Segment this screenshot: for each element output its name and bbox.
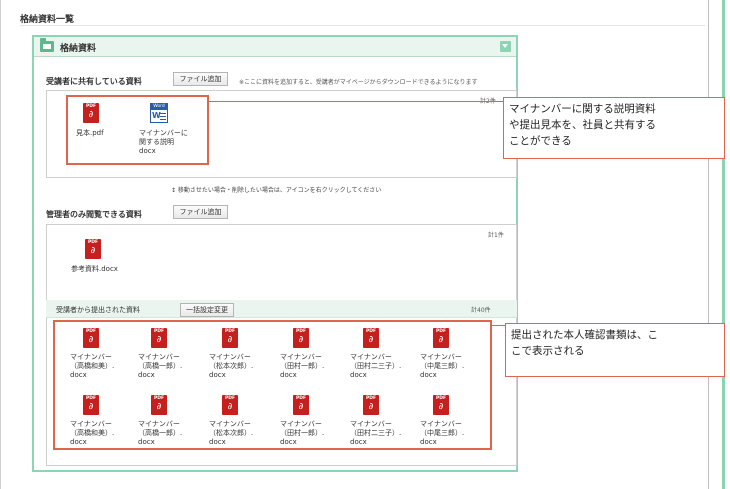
submitted-count: 計40件 [471,307,491,314]
right-border [708,0,709,489]
callout-text: こで表示される [511,345,585,357]
page-title: 格納資料一覧 [20,15,75,25]
submitted-section-label: 受講者から提出された資料 [56,306,140,314]
left-border [0,0,1,489]
callout-leader-line [209,101,503,102]
bulk-settings-button[interactable]: 一括設定変更 [180,303,234,317]
admin-section-label: 管理者のみ閲覧できる資料 [46,210,142,219]
pdf-icon [85,239,101,259]
callout-box-shared: マイナンバーに関する説明資料 や提出見本を、社員と共有する ことができる [503,97,725,159]
callout-leader-line [492,325,505,326]
move-hint: ↕ 移動させたい場合・削除したい場合は、アイコンを右クリックしてください [171,187,382,194]
callout-text: マイナンバーに関する説明資料 [509,103,656,115]
callout-highlight-submitted [53,320,492,450]
callout-highlight-shared [66,95,209,165]
callout-box-submitted: 提出された本人確認書類は、こ こで表示される [505,323,725,377]
title-divider [20,25,705,26]
shared-note: ※ここに資料を追加すると、受講者がマイページからダウンロードできるようになります [239,79,478,86]
shared-add-file-button[interactable]: ファイル追加 [173,72,228,86]
panel-title: 格納資料 [60,44,97,54]
admin-count: 計1件 [488,232,504,239]
right-accent-bar [722,0,725,489]
collapse-icon[interactable] [500,41,511,52]
callout-text: ことができる [509,135,572,147]
folder-icon [40,38,54,52]
panel-header[interactable]: 格納資料 [34,37,516,57]
admin-add-file-button[interactable]: ファイル追加 [173,205,228,219]
submitted-header: 受講者から提出された資料 [46,300,517,318]
callout-text: 提出された本人確認書類は、こ [511,329,658,341]
callout-text: や提出見本を、社員と共有する [509,119,656,131]
file-name: 参考資料.docx [71,265,118,273]
shared-section-label: 受講者に共有している資料 [46,77,142,86]
